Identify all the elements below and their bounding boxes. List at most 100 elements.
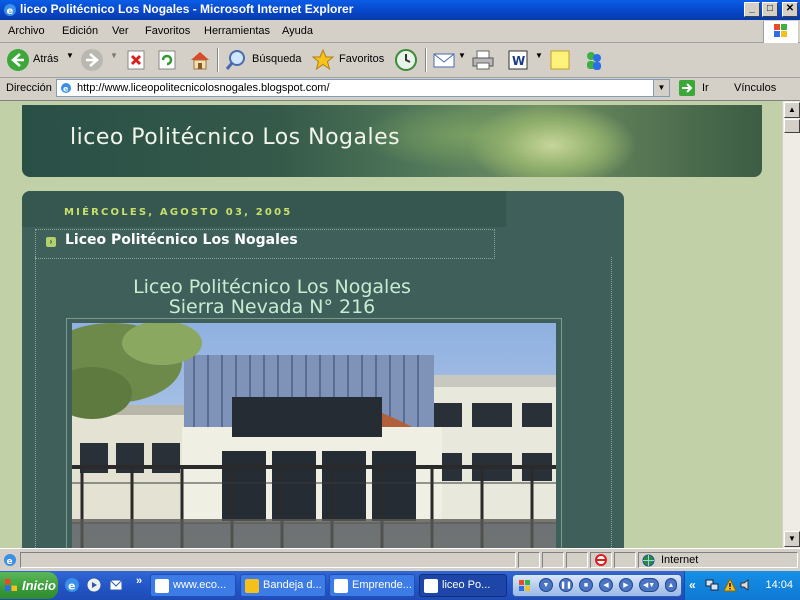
favorites-button-label[interactable]: Favoritos bbox=[339, 53, 384, 65]
internet-globe-icon bbox=[642, 554, 655, 567]
quicklaunch-chevron-icon[interactable]: » bbox=[136, 575, 142, 587]
blog-title[interactable]: liceo Politécnico Los Nogales bbox=[70, 125, 400, 150]
ql-media-player-icon[interactable] bbox=[86, 577, 102, 593]
menu-ver[interactable]: Ver bbox=[112, 25, 129, 37]
blog-header-banner: liceo Politécnico Los Nogales bbox=[22, 105, 762, 177]
media-player-toolbar: ▼ ❚❚ ■ ◀ ▶ ◀▼ ▲ bbox=[512, 574, 682, 597]
photo-frame bbox=[66, 318, 562, 548]
refresh-icon[interactable] bbox=[156, 48, 178, 72]
svg-text:e: e bbox=[7, 6, 14, 17]
scroll-thumb[interactable] bbox=[784, 119, 800, 133]
ql-ie-icon[interactable]: e bbox=[64, 577, 80, 593]
scroll-down-arrow-icon[interactable]: ▼ bbox=[784, 531, 800, 547]
taskbar: Inicio e » www.eco... Bandeja d... Empre… bbox=[0, 571, 800, 600]
post-heading-line2: Sierra Nevada N° 216 bbox=[168, 296, 376, 318]
go-arrow-icon[interactable] bbox=[678, 79, 696, 97]
status-cell bbox=[590, 552, 612, 568]
status-cell bbox=[566, 552, 588, 568]
back-arrow-icon[interactable] bbox=[6, 48, 30, 72]
media-pause-icon[interactable]: ❚❚ bbox=[559, 578, 573, 592]
status-zone-label: Internet bbox=[661, 554, 699, 566]
mail-dropdown-icon[interactable]: ▼ bbox=[458, 51, 466, 60]
start-label[interactable]: Inicio bbox=[22, 578, 56, 593]
menu-herramientas[interactable]: Herramientas bbox=[204, 25, 270, 37]
media-menu-icon[interactable]: ▼ bbox=[539, 578, 553, 592]
status-cell bbox=[614, 552, 636, 568]
svg-text:e: e bbox=[68, 580, 75, 593]
toolbar-separator bbox=[425, 48, 427, 72]
back-button-label[interactable]: Atrás bbox=[33, 53, 59, 65]
messenger-icon[interactable] bbox=[582, 48, 606, 72]
tray-chevron-icon[interactable]: « bbox=[689, 578, 696, 592]
search-icon[interactable] bbox=[224, 48, 248, 72]
volume-icon[interactable] bbox=[739, 578, 753, 592]
edit-dropdown-icon[interactable]: ▼ bbox=[535, 51, 543, 60]
popup-blocked-icon[interactable] bbox=[594, 554, 608, 566]
address-dropdown-icon[interactable]: ▼ bbox=[653, 80, 669, 96]
windows-logo-icon bbox=[763, 21, 798, 43]
page-status-icon: e bbox=[4, 554, 16, 567]
post-title[interactable]: Liceo Politécnico Los Nogales bbox=[65, 232, 298, 248]
media-previous-icon[interactable]: ◀ bbox=[599, 578, 613, 592]
edit-word-icon[interactable]: W bbox=[506, 48, 530, 72]
start-button[interactable]: Inicio bbox=[0, 572, 58, 599]
toolbar: Atrás ▼ ▼ Búsqueda Favoritos ▼ W ▼ bbox=[0, 43, 800, 78]
status-zone-cell: Internet bbox=[638, 552, 798, 568]
page-content: liceo Politécnico Los Nogales MIÉRCOLES,… bbox=[0, 101, 782, 548]
title-bar: e liceo Politécnico Los Nogales - Micros… bbox=[0, 0, 800, 20]
network-icon[interactable] bbox=[705, 578, 719, 592]
stop-icon[interactable] bbox=[125, 48, 147, 72]
ql-outlook-icon[interactable] bbox=[108, 577, 124, 593]
taskbar-item[interactable]: Emprende... bbox=[329, 574, 415, 597]
security-alert-icon[interactable] bbox=[723, 578, 737, 592]
favorites-star-icon[interactable] bbox=[311, 48, 335, 72]
address-bar: Dirección e http://www.liceopolitecnicol… bbox=[0, 78, 800, 101]
forward-dropdown-icon[interactable]: ▼ bbox=[110, 51, 118, 60]
maximize-button[interactable]: □ bbox=[762, 2, 778, 17]
clock[interactable]: 14:04 bbox=[765, 579, 793, 591]
windows-flag-icon bbox=[5, 579, 17, 591]
media-restore-icon[interactable]: ▲ bbox=[665, 578, 677, 592]
print-icon[interactable] bbox=[471, 48, 495, 72]
toolbar-separator bbox=[217, 48, 219, 72]
close-button[interactable]: ✕ bbox=[782, 2, 798, 17]
status-cell bbox=[518, 552, 540, 568]
url-text[interactable]: http://www.liceopolitecnicolosnogales.bl… bbox=[77, 82, 330, 94]
system-tray: « 14:04 bbox=[684, 571, 800, 600]
discuss-note-icon[interactable] bbox=[548, 48, 572, 72]
status-cell bbox=[542, 552, 564, 568]
links-label[interactable]: Vínculos bbox=[734, 82, 776, 94]
post-bullet-icon: › bbox=[46, 237, 56, 247]
address-label: Dirección bbox=[6, 82, 52, 94]
task-inbox-icon bbox=[245, 579, 259, 593]
taskbar-item[interactable]: Bandeja d... bbox=[240, 574, 326, 597]
menu-edicion[interactable]: Edición bbox=[62, 25, 98, 37]
taskbar-item-active[interactable]: liceo Po... bbox=[419, 574, 507, 597]
menu-bar: Archivo Edición Ver Favoritos Herramient… bbox=[0, 21, 800, 43]
window-title: liceo Politécnico Los Nogales - Microsof… bbox=[20, 2, 354, 16]
post-date-header: MIÉRCOLES, AGOSTO 03, 2005 bbox=[64, 207, 293, 218]
media-volume-icon[interactable]: ◀▼ bbox=[639, 578, 659, 592]
minimize-button[interactable]: _ bbox=[744, 2, 760, 17]
address-input[interactable]: e http://www.liceopolitecnicolosnogales.… bbox=[56, 79, 670, 97]
back-dropdown-icon[interactable]: ▼ bbox=[66, 51, 74, 60]
media-stop-icon[interactable]: ■ bbox=[579, 578, 593, 592]
media-next-icon[interactable]: ▶ bbox=[619, 578, 633, 592]
go-button-label[interactable]: Ir bbox=[702, 82, 709, 94]
school-building-photo bbox=[72, 323, 556, 548]
forward-arrow-icon[interactable] bbox=[80, 48, 104, 72]
page-icon: e bbox=[61, 83, 71, 94]
menu-archivo[interactable]: Archivo bbox=[8, 25, 45, 37]
task-ie-icon bbox=[155, 579, 169, 593]
scroll-up-arrow-icon[interactable]: ▲ bbox=[784, 102, 800, 118]
vertical-scrollbar[interactable]: ▲ ▼ bbox=[782, 101, 800, 548]
search-button-label[interactable]: Búsqueda bbox=[252, 53, 302, 65]
mail-icon[interactable] bbox=[432, 48, 456, 72]
history-icon[interactable] bbox=[394, 48, 418, 72]
menu-ayuda[interactable]: Ayuda bbox=[282, 25, 313, 37]
home-icon[interactable] bbox=[188, 48, 212, 72]
taskbar-item[interactable]: www.eco... bbox=[150, 574, 236, 597]
menu-favoritos[interactable]: Favoritos bbox=[145, 25, 190, 37]
status-bar: e Internet bbox=[0, 548, 800, 571]
post-heading-line1: Liceo Politécnico Los Nogales bbox=[133, 276, 411, 298]
